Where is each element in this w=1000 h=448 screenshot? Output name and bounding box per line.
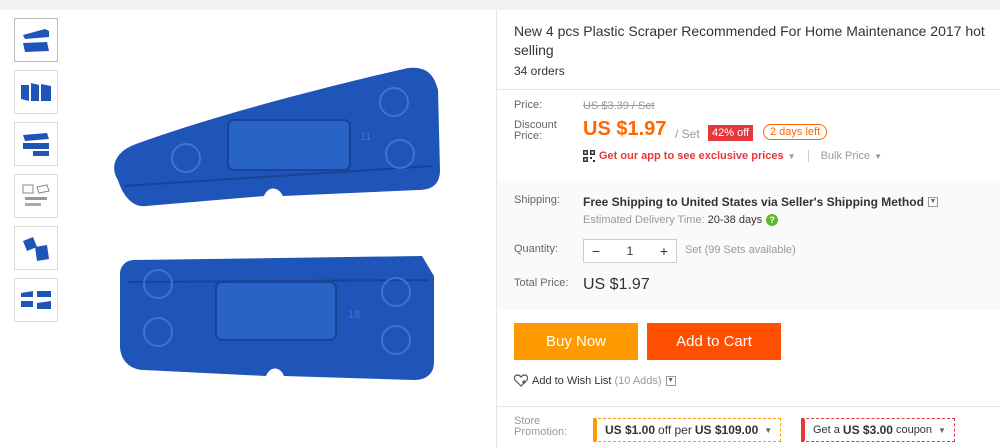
promo-coupon-badge[interactable]: Get a US $3.00 coupon ▼ [801, 418, 955, 442]
heart-plus-icon [514, 374, 528, 387]
app-promo-row: Get our app to see exclusive prices ▼ Bu… [583, 150, 882, 162]
promo1-amount: US $1.00 [605, 423, 656, 437]
thumbnail-2[interactable] [14, 70, 58, 114]
scraper-photo: 11 18 [114, 67, 440, 380]
diagram-thumb [22, 184, 50, 206]
chevron-down-icon: ▼ [874, 151, 883, 161]
chevron-down-icon[interactable]: ▼ [927, 197, 938, 207]
thumbnail-1[interactable] [14, 18, 58, 62]
scraper-pair-thumb [23, 29, 49, 52]
chevron-down-icon: ▼ [938, 425, 946, 435]
scraper-angled-thumb [23, 237, 49, 261]
days-left-badge: 2 days left [763, 124, 828, 140]
scraper-stack-thumb [23, 133, 49, 156]
store-promotion-label: Store Promotion: [514, 416, 567, 438]
help-icon[interactable]: ? [766, 214, 779, 226]
quantity-decrease-button[interactable]: − [584, 243, 608, 259]
wish-list-row[interactable]: Add to Wish List (10 Adds) ▼ [514, 374, 676, 387]
thumbnail-4[interactable] [14, 174, 58, 218]
quantity-available: Set (99 Sets available) [685, 244, 796, 256]
quantity-stepper: − + [583, 239, 677, 263]
shipping-method[interactable]: Free Shipping to United States via Selle… [583, 195, 938, 209]
total-price-label: Total Price: [514, 277, 569, 289]
promo2-prefix: Get a [813, 424, 840, 436]
shipping-label: Shipping: [514, 194, 560, 206]
app-promo-link[interactable]: Get our app to see exclusive prices [599, 150, 784, 162]
promo2-suffix: coupon [895, 424, 933, 436]
scraper-bottom-label: 18 [348, 309, 360, 321]
product-title: New 4 pcs Plastic Scraper Recommended Fo… [514, 23, 985, 58]
promo-label-line2: Promotion: [514, 426, 568, 438]
total-price: US $1.97 [583, 276, 650, 293]
scraper-set-thumb [21, 83, 51, 101]
scraper-top-label: 11 [360, 131, 371, 143]
quantity-input[interactable] [608, 244, 652, 258]
add-to-cart-button[interactable]: Add to Cart [647, 323, 781, 360]
buy-now-button[interactable]: Buy Now [514, 323, 638, 360]
scraper-four-thumb [21, 291, 51, 309]
order-count: 34 orders [514, 64, 565, 78]
delivery-label: Estimated Delivery Time: [583, 214, 705, 226]
price-label: Price: [514, 99, 543, 111]
top-strip [0, 0, 1000, 10]
promo2-amount: US $3.00 [842, 423, 893, 437]
delivery-estimate: Estimated Delivery Time: 20-38 days ? [583, 214, 779, 226]
discount-badge: 42% off [708, 125, 754, 141]
chevron-down-icon: ▼ [787, 151, 796, 161]
per-unit: / Set [675, 127, 700, 141]
thumbnail-3[interactable] [14, 122, 58, 166]
promo1-mid: off per [658, 423, 692, 437]
wish-list-link[interactable]: Add to Wish List [532, 375, 611, 387]
bulk-price-link[interactable]: Bulk Price [821, 150, 871, 162]
quantity-label: Quantity: [514, 243, 559, 255]
qr-code-icon [583, 150, 595, 162]
original-price: US $3.39 / Set [583, 100, 655, 112]
thumbnail-list [14, 18, 58, 330]
thumbnail-5[interactable] [14, 226, 58, 270]
discount-price: US $1.97 [583, 118, 667, 140]
separator [807, 150, 809, 162]
chevron-down-icon: ▼ [764, 425, 773, 435]
promo-discount-badge[interactable]: US $1.00 off per US $109.00 ▼ [593, 418, 782, 442]
divider [497, 89, 1000, 90]
chevron-down-icon[interactable]: ▼ [665, 375, 676, 386]
product-main-image[interactable]: 11 18 [88, 40, 468, 420]
quantity-increase-button[interactable]: + [652, 243, 676, 259]
delivery-time: 20-38 days [707, 214, 763, 226]
wish-count: (10 Adds) [614, 374, 662, 387]
promo1-threshold: US $109.00 [694, 423, 759, 437]
discount-label-line2: Price: [514, 130, 543, 142]
thumbnail-6[interactable] [14, 278, 58, 322]
divider [497, 406, 1000, 407]
shipping-method-text: Free Shipping to United States via Selle… [583, 195, 924, 209]
